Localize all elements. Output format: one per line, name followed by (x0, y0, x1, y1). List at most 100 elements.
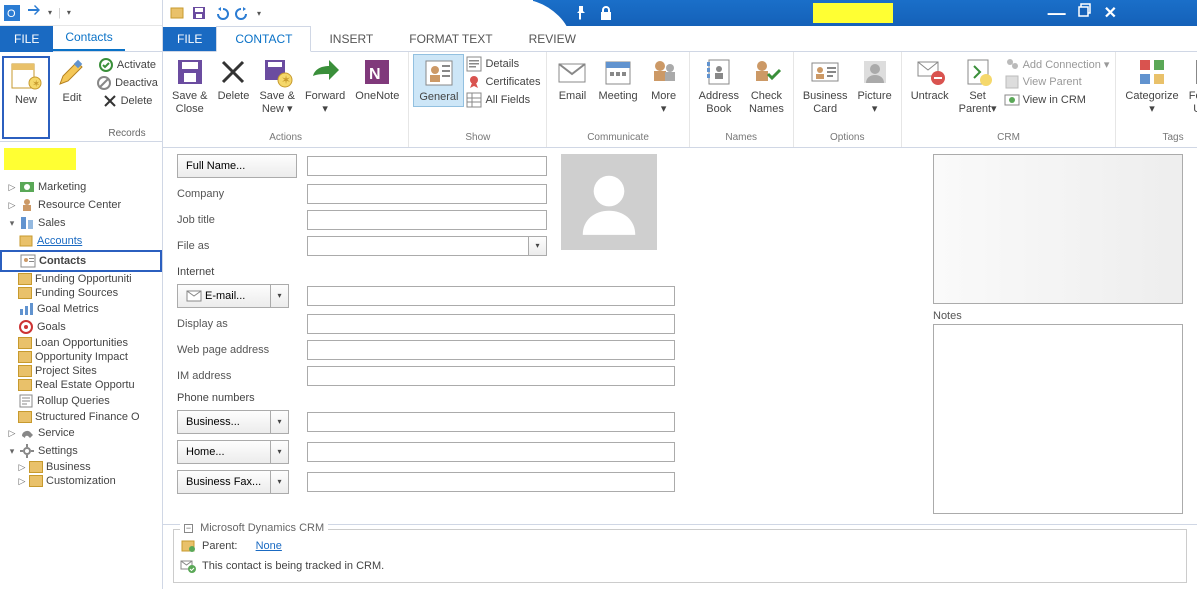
notes-textarea[interactable] (933, 324, 1183, 514)
business-fax-input[interactable] (307, 472, 675, 492)
check-names-button[interactable]: Check Names (744, 54, 789, 117)
file-as-input[interactable] (307, 236, 529, 256)
set-parent-button[interactable]: Set Parent▾ (954, 54, 1002, 117)
send-receive-icon[interactable] (26, 5, 42, 21)
company-label: Company (177, 188, 297, 200)
tree-funding-src[interactable]: Funding Sources (0, 286, 162, 300)
tree-opportunity-impact[interactable]: Opportunity Impact (0, 350, 162, 364)
edit-button-label: Edit (63, 92, 82, 105)
business-card-button[interactable]: Business Card (798, 54, 853, 117)
onenote-button[interactable]: NOneNote (350, 54, 404, 105)
redo-icon[interactable] (235, 5, 251, 21)
forward-button[interactable]: Forward ▾ (300, 54, 350, 117)
all-fields-button[interactable]: All Fields (466, 92, 540, 108)
collapse-icon[interactable]: − (184, 524, 193, 533)
tree-structured-finance[interactable]: Structured Finance O (0, 410, 162, 424)
activate-button[interactable]: Activate (96, 56, 158, 74)
left-file-tab[interactable]: FILE (0, 26, 53, 52)
svg-text:✶: ✶ (32, 79, 40, 90)
tree-goals[interactable]: Goals (0, 318, 162, 336)
delete-button[interactable]: Delete (100, 92, 155, 110)
save-icon[interactable] (191, 5, 207, 21)
parent-link[interactable]: None (256, 540, 282, 552)
contact-photo[interactable] (561, 154, 657, 250)
close-button[interactable]: ✕ (1104, 3, 1117, 24)
email-input[interactable] (307, 286, 675, 306)
business-phone-dropdown[interactable]: ▾ (271, 410, 289, 434)
edit-button[interactable]: Edit (50, 56, 94, 139)
picture-button[interactable]: Picture ▾ (852, 54, 896, 117)
lock-icon[interactable] (599, 5, 613, 21)
untrack-button[interactable]: Untrack (906, 54, 954, 105)
file-tab[interactable]: FILE (163, 27, 216, 51)
display-as-input[interactable] (307, 314, 675, 334)
tree-project-sites[interactable]: Project Sites (0, 364, 162, 378)
tree-sales[interactable]: ▾Sales (0, 214, 162, 232)
more-button[interactable]: More ▾ (643, 54, 685, 117)
left-contacts-tab[interactable]: Contacts (53, 26, 124, 51)
restore-button[interactable] (1078, 3, 1092, 24)
redacted-highlight (4, 148, 76, 170)
details-button[interactable]: Details (466, 56, 540, 72)
new-button[interactable]: ✶ New (2, 56, 50, 139)
home-phone-button[interactable]: Home... (177, 440, 271, 464)
business-card-preview[interactable] (933, 154, 1183, 304)
full-name-input[interactable] (307, 156, 547, 176)
meeting-button[interactable]: Meeting (593, 54, 642, 105)
business-fax-button[interactable]: Business Fax... (177, 470, 271, 494)
qat2-caret[interactable]: ▾ (257, 9, 261, 18)
insert-tab[interactable]: INSERT (311, 27, 391, 51)
notes-label: Notes (933, 310, 1183, 322)
email-button[interactable]: Email (551, 54, 593, 105)
home-phone-input[interactable] (307, 442, 675, 462)
follow-up-button[interactable]: Follow Up ▾ (1184, 54, 1197, 117)
file-as-dropdown[interactable]: ▾ (529, 236, 547, 256)
tree-funding-opp[interactable]: Funding Opportuniti (0, 272, 162, 286)
left-quick-access-toolbar: O ▾ | ▾ (0, 0, 162, 26)
save-close-button[interactable]: Save & Close (167, 54, 212, 117)
tree-rollup-queries[interactable]: Rollup Queries (0, 392, 162, 410)
business-fax-dropdown[interactable]: ▾ (271, 470, 289, 494)
full-name-button[interactable]: Full Name... (177, 154, 297, 178)
tree-loan-opp[interactable]: Loan Opportunities (0, 336, 162, 350)
view-in-crm-button[interactable]: View in CRM (1004, 92, 1110, 108)
tree-resource-center[interactable]: ▷Resource Center (0, 196, 162, 214)
tree-marketing[interactable]: ▷Marketing (0, 178, 162, 196)
contact-tab[interactable]: CONTACT (216, 26, 311, 52)
phone-section: Phone numbers (177, 392, 923, 404)
job-title-input[interactable] (307, 210, 547, 230)
deactivate-button[interactable]: Deactiva (94, 74, 160, 92)
address-book-button[interactable]: Address Book (694, 54, 744, 117)
general-button[interactable]: General (413, 54, 464, 107)
review-tab[interactable]: REVIEW (511, 27, 594, 51)
im-input[interactable] (307, 366, 675, 386)
tree-contacts[interactable]: Contacts (0, 250, 162, 272)
business-phone-button[interactable]: Business... (177, 410, 271, 434)
format-text-tab[interactable]: FORMAT TEXT (391, 27, 510, 51)
parent-icon (180, 538, 196, 554)
business-phone-input[interactable] (307, 412, 675, 432)
email-button[interactable]: E-mail... (177, 284, 271, 308)
tree-customization[interactable]: ▷Customization (0, 474, 162, 488)
tree-accounts[interactable]: Accounts (0, 232, 162, 250)
webpage-input[interactable] (307, 340, 675, 360)
email-type-dropdown[interactable]: ▾ (271, 284, 289, 308)
names-group-label: Names (694, 130, 789, 145)
parent-label: Parent: (202, 540, 237, 552)
delete-contact-button[interactable]: Delete (212, 54, 254, 105)
qat-dropdown[interactable]: ▾ (67, 8, 71, 17)
qat-caret[interactable]: ▾ (48, 8, 52, 17)
minimize-button[interactable]: — (1048, 3, 1066, 24)
tree-goal-metrics[interactable]: Goal Metrics (0, 300, 162, 318)
undo-icon[interactable] (213, 5, 229, 21)
company-input[interactable] (307, 184, 547, 204)
tree-business[interactable]: ▷Business (0, 460, 162, 474)
tree-service[interactable]: ▷Service (0, 424, 162, 442)
save-new-button[interactable]: ✶Save & New ▾ (254, 54, 299, 117)
certificates-button[interactable]: Certificates (466, 74, 540, 90)
pin-icon[interactable] (573, 5, 589, 21)
home-phone-dropdown[interactable]: ▾ (271, 440, 289, 464)
categorize-button[interactable]: Categorize ▾ (1120, 54, 1183, 117)
tree-real-estate[interactable]: Real Estate Opportu (0, 378, 162, 392)
tree-settings[interactable]: ▾Settings (0, 442, 162, 460)
